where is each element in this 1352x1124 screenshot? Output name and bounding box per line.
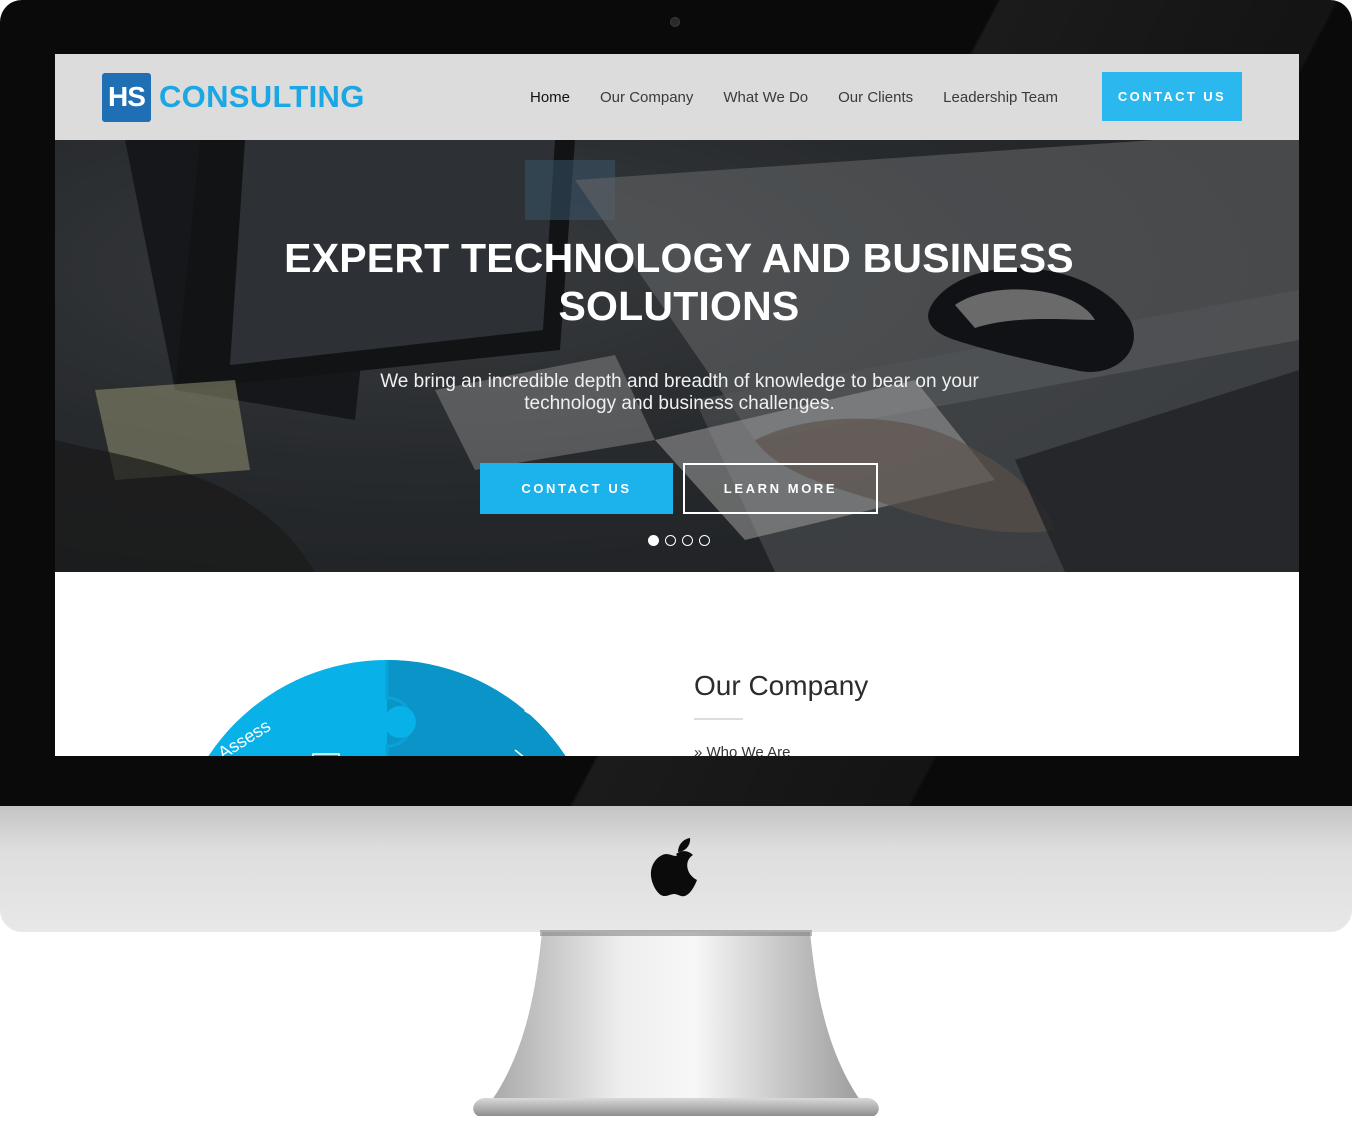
nav-item-our-company[interactable]: Our Company xyxy=(600,89,693,106)
slider-dot-4[interactable] xyxy=(699,535,710,546)
site-logo[interactable]: HS CONSULTING xyxy=(102,72,365,122)
hero-overlay xyxy=(55,140,1299,572)
hero-subtitle: We bring an incredible depth and breadth… xyxy=(317,371,1042,415)
monitor-stand xyxy=(473,930,879,1116)
site-header: HS CONSULTING Home Our Company What We D… xyxy=(55,54,1299,140)
logo-mark: HS xyxy=(102,72,151,122)
slider-pagination xyxy=(648,535,716,546)
hero-subtitle-line-2: technology and business challenges. xyxy=(524,393,835,414)
slider-dot-3[interactable] xyxy=(682,535,693,546)
nav-item-leadership-team[interactable]: Leadership Team xyxy=(943,89,1058,106)
hero-headline: EXPERT TECHNOLOGY AND BUSINESS SOLUTIONS xyxy=(55,234,1299,330)
hero-subtitle-line-1: We bring an incredible depth and breadth… xyxy=(380,371,979,392)
slider-dot-2[interactable] xyxy=(665,535,676,546)
website-screen: HS CONSULTING Home Our Company What We D… xyxy=(55,54,1299,756)
logo-wordmark: CONSULTING xyxy=(159,79,365,114)
hero-slider: EXPERT TECHNOLOGY AND BUSINESS SOLUTIONS… xyxy=(55,140,1299,572)
camera-icon xyxy=(670,17,680,27)
hero-headline-line-2: SOLUTIONS xyxy=(558,283,800,329)
nav-item-home[interactable]: Home xyxy=(530,89,570,106)
our-company-section: Assess Design Our Company » Who We Are xyxy=(55,572,1299,756)
nav-contact-button[interactable]: CONTACT US xyxy=(1102,72,1242,121)
process-wheel-graphic: Assess Design xyxy=(208,660,578,756)
monitor-chin xyxy=(0,806,1352,932)
main-navigation: Home Our Company What We Do Our Clients … xyxy=(530,54,1088,140)
slider-dot-1[interactable] xyxy=(648,535,659,546)
hero-contact-button[interactable]: CONTACT US xyxy=(480,463,673,514)
nav-item-what-we-do[interactable]: What We Do xyxy=(723,89,808,106)
section-divider xyxy=(694,718,743,720)
apple-logo-icon xyxy=(650,838,697,897)
hero-headline-line-1: EXPERT TECHNOLOGY AND BUSINESS xyxy=(284,235,1074,281)
who-we-are-link[interactable]: » Who We Are xyxy=(694,744,790,756)
section-title: Our Company xyxy=(694,670,869,701)
nav-item-our-clients[interactable]: Our Clients xyxy=(838,89,913,106)
hero-learn-more-button[interactable]: LEARN MORE xyxy=(683,463,878,514)
